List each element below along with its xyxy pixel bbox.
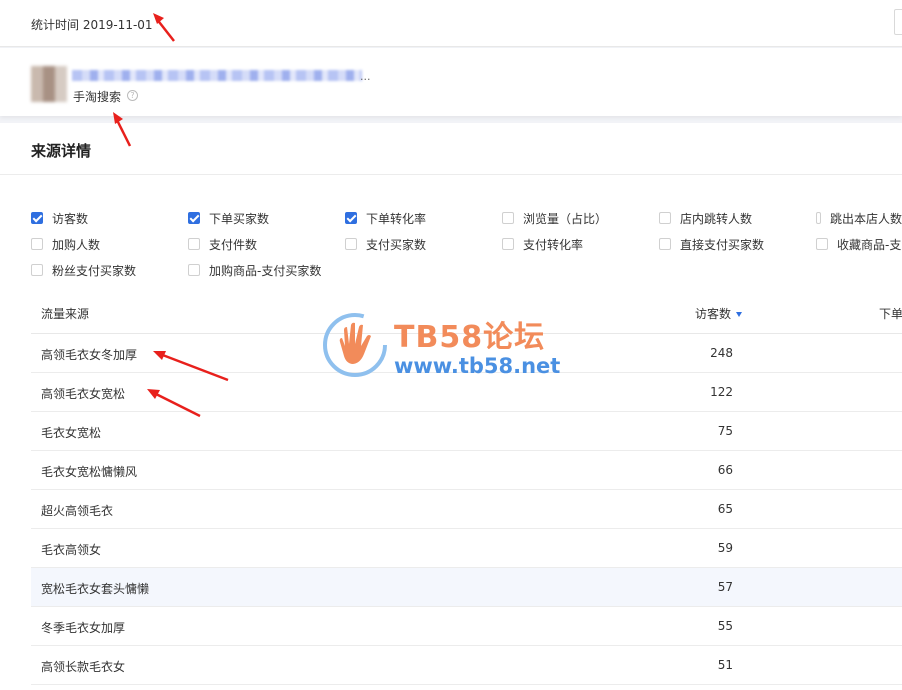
item-thumbnail[interactable] bbox=[31, 66, 67, 102]
keyword-cell: 高领长款毛衣女 bbox=[41, 660, 126, 674]
metric-label: 直接支付买家数 bbox=[680, 237, 765, 252]
column-header-visitors[interactable]: 访客数 bbox=[695, 295, 743, 333]
visitors-cell: 122 bbox=[710, 385, 733, 399]
panel-title: 来源详情 bbox=[31, 142, 92, 160]
visitors-cell: 248 bbox=[710, 346, 733, 360]
visitors-cell: 65 bbox=[717, 502, 733, 516]
metric-label: 下单转化率 bbox=[366, 211, 427, 226]
table-row[interactable]: 高领长款毛衣女 51 bbox=[31, 646, 902, 685]
metric-checkbox[interactable]: 直接支付买家数 bbox=[659, 236, 764, 252]
table-row[interactable]: 毛衣女宽松慵懒风 66 bbox=[31, 451, 902, 490]
checkbox-icon[interactable] bbox=[345, 212, 357, 224]
metric-label: 支付转化率 bbox=[523, 237, 584, 252]
stat-time: 统计时间 2019-11-01 bbox=[31, 18, 153, 32]
metric-checkbox[interactable]: 浏览量（占比） bbox=[502, 210, 607, 226]
sort-desc-icon[interactable] bbox=[736, 312, 743, 317]
table-row[interactable]: 高领毛衣女宽松 122 bbox=[31, 373, 902, 412]
keyword-cell: 宽松毛衣女套头慵懒 bbox=[41, 582, 150, 596]
column-header-source: 流量来源 bbox=[41, 307, 90, 321]
checkbox-icon[interactable] bbox=[31, 264, 43, 276]
table-row[interactable]: 冬季毛衣女加厚 55 bbox=[31, 607, 902, 646]
column-header-label: 访客数 bbox=[695, 307, 732, 321]
metric-checkbox[interactable]: 下单买家数 bbox=[188, 210, 269, 226]
keyword-cell: 超火高领毛衣 bbox=[41, 504, 114, 518]
checkbox-icon[interactable] bbox=[816, 238, 828, 250]
metric-label: 粉丝支付买家数 bbox=[52, 263, 137, 278]
visitors-cell: 51 bbox=[717, 658, 733, 672]
metric-label: 店内跳转人数 bbox=[680, 211, 753, 226]
metric-checkbox[interactable]: 收藏商品-支 bbox=[816, 236, 902, 252]
visitors-cell: 66 bbox=[717, 463, 733, 477]
checkbox-icon[interactable] bbox=[188, 238, 200, 250]
checkbox-icon[interactable] bbox=[188, 212, 200, 224]
metric-checkbox[interactable]: 访客数 bbox=[31, 210, 88, 226]
keyword-cell: 高领毛衣女冬加厚 bbox=[41, 348, 138, 362]
metric-checkbox[interactable]: 跳出本店人数 bbox=[816, 210, 902, 226]
metric-checkbox[interactable]: 支付转化率 bbox=[502, 236, 583, 252]
visitors-cell: 59 bbox=[717, 541, 733, 555]
metric-label: 访客数 bbox=[52, 211, 89, 226]
visitors-cell: 55 bbox=[717, 619, 733, 633]
checkbox-icon[interactable] bbox=[502, 238, 514, 250]
item-title-blurred[interactable] bbox=[72, 70, 362, 81]
metric-label: 跳出本店人数 bbox=[829, 211, 902, 226]
divider bbox=[0, 174, 902, 175]
metric-label: 浏览量（占比） bbox=[523, 211, 608, 226]
checkbox-icon[interactable] bbox=[188, 264, 200, 276]
checkbox-icon[interactable] bbox=[502, 212, 514, 224]
keyword-cell: 毛衣女宽松慵懒风 bbox=[41, 465, 138, 479]
checkbox-icon[interactable] bbox=[659, 212, 671, 224]
date-picker-button[interactable] bbox=[894, 9, 902, 35]
visitors-cell: 57 bbox=[717, 580, 733, 594]
keyword-cell: 冬季毛衣女加厚 bbox=[41, 621, 126, 635]
metric-checkbox[interactable]: 加购人数 bbox=[31, 236, 100, 252]
metric-checkbox[interactable]: 店内跳转人数 bbox=[659, 210, 752, 226]
table-row[interactable]: 毛衣女宽松 75 bbox=[31, 412, 902, 451]
table-row[interactable]: 高领毛衣女冬加厚 248 bbox=[31, 334, 902, 373]
metric-checkbox[interactable]: 下单转化率 bbox=[345, 210, 426, 226]
item-title-ellipsis: ... bbox=[360, 70, 371, 83]
item-card: ... 手淘搜索 ? bbox=[0, 48, 902, 116]
keyword-cell: 毛衣女宽松 bbox=[41, 426, 102, 440]
checkbox-icon[interactable] bbox=[816, 212, 821, 224]
table-row[interactable]: 宽松毛衣女套头慵懒 57 bbox=[31, 568, 902, 607]
table-row[interactable]: 超火高领毛衣 65 bbox=[31, 490, 902, 529]
top-bar: 统计时间 2019-11-01 bbox=[0, 0, 902, 47]
metric-label: 加购商品-支付买家数 bbox=[209, 263, 322, 278]
checkbox-icon[interactable] bbox=[31, 238, 43, 250]
source-detail-panel: 来源详情 访客数 下单买家数 下单转化率 浏览量（占比） 店内跳转人数 跳出本店… bbox=[0, 123, 902, 690]
metric-label: 加购人数 bbox=[52, 237, 101, 252]
metric-label: 下单买家数 bbox=[209, 211, 270, 226]
metric-checkbox[interactable]: 粉丝支付买家数 bbox=[31, 262, 136, 278]
help-icon[interactable]: ? bbox=[127, 90, 138, 101]
metric-label: 收藏商品-支 bbox=[837, 237, 902, 252]
metric-label: 支付件数 bbox=[209, 237, 258, 252]
metric-checkbox[interactable]: 加购商品-支付买家数 bbox=[188, 262, 321, 278]
visitors-cell: 75 bbox=[717, 424, 733, 438]
traffic-source-name: 手淘搜索 bbox=[73, 90, 122, 104]
metric-label: 支付买家数 bbox=[366, 237, 427, 252]
metric-checkbox[interactable]: 支付买家数 bbox=[345, 236, 426, 252]
metric-checkbox[interactable]: 支付件数 bbox=[188, 236, 257, 252]
checkbox-icon[interactable] bbox=[31, 212, 43, 224]
keyword-cell: 毛衣高领女 bbox=[41, 543, 102, 557]
table-row[interactable]: 毛衣高领女 59 bbox=[31, 529, 902, 568]
checkbox-icon[interactable] bbox=[659, 238, 671, 250]
keyword-cell: 高领毛衣女宽松 bbox=[41, 387, 126, 401]
checkbox-icon[interactable] bbox=[345, 238, 357, 250]
column-header-orders[interactable]: 下单 bbox=[879, 295, 902, 333]
